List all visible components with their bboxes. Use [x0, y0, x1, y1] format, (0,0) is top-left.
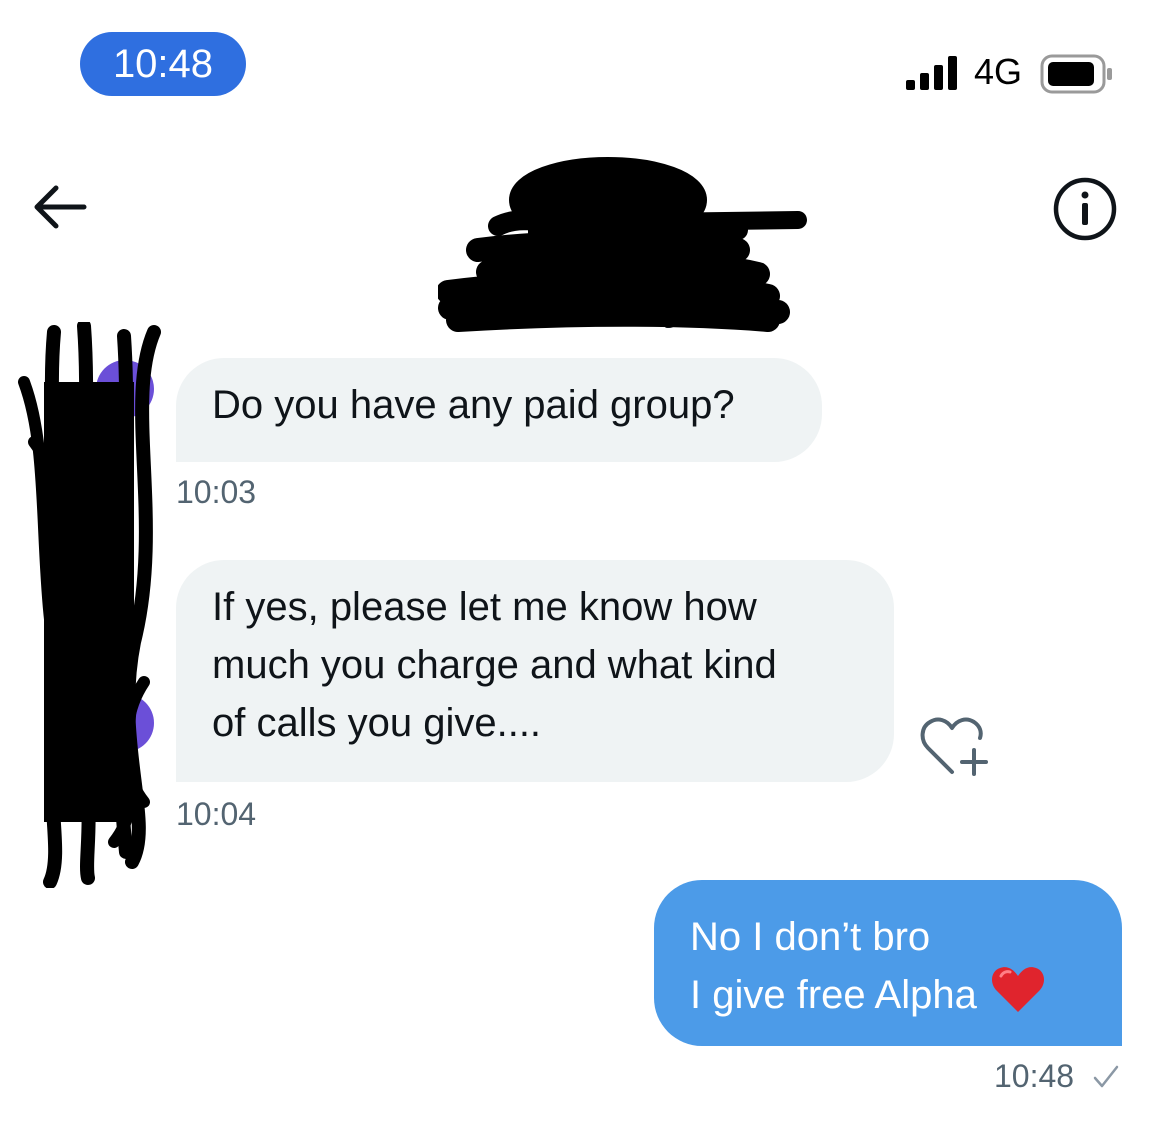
info-icon[interactable]	[1052, 176, 1118, 242]
status-time: 10:48	[80, 32, 246, 96]
message-text: much you charge and what kind	[212, 643, 777, 687]
redaction-scribble	[18, 322, 161, 888]
message-text: If yes, please let me know how	[212, 585, 757, 629]
message-text: of calls you give....	[212, 701, 542, 745]
check-icon	[1093, 1065, 1119, 1088]
message-timestamp: 10:04	[176, 796, 257, 832]
battery-icon	[1040, 54, 1112, 94]
message-bubble-incoming[interactable]: Do you have any paid group?	[176, 358, 822, 462]
message-text: I give free Alpha	[690, 973, 977, 1017]
message-text: Do you have any paid group?	[212, 383, 735, 427]
message-text: No I don’t bro	[690, 915, 931, 959]
message-text-line: I give free Alpha	[690, 966, 1086, 1024]
heart-plus-icon[interactable]	[918, 714, 992, 780]
network-label: 4G	[974, 51, 1023, 92]
message-bubble-incoming[interactable]: If yes, please let me know how much you …	[176, 560, 894, 782]
message-timestamp: 10:03	[176, 474, 257, 510]
back-arrow-icon[interactable]	[30, 182, 90, 232]
message-bubble-outgoing[interactable]: No I don’t bro I give free Alpha	[654, 880, 1122, 1046]
signal-icon	[906, 56, 957, 90]
redaction-scribble	[438, 157, 807, 332]
message-timestamp: 10:48	[994, 1058, 1075, 1094]
red-heart-emoji	[991, 967, 1044, 1012]
